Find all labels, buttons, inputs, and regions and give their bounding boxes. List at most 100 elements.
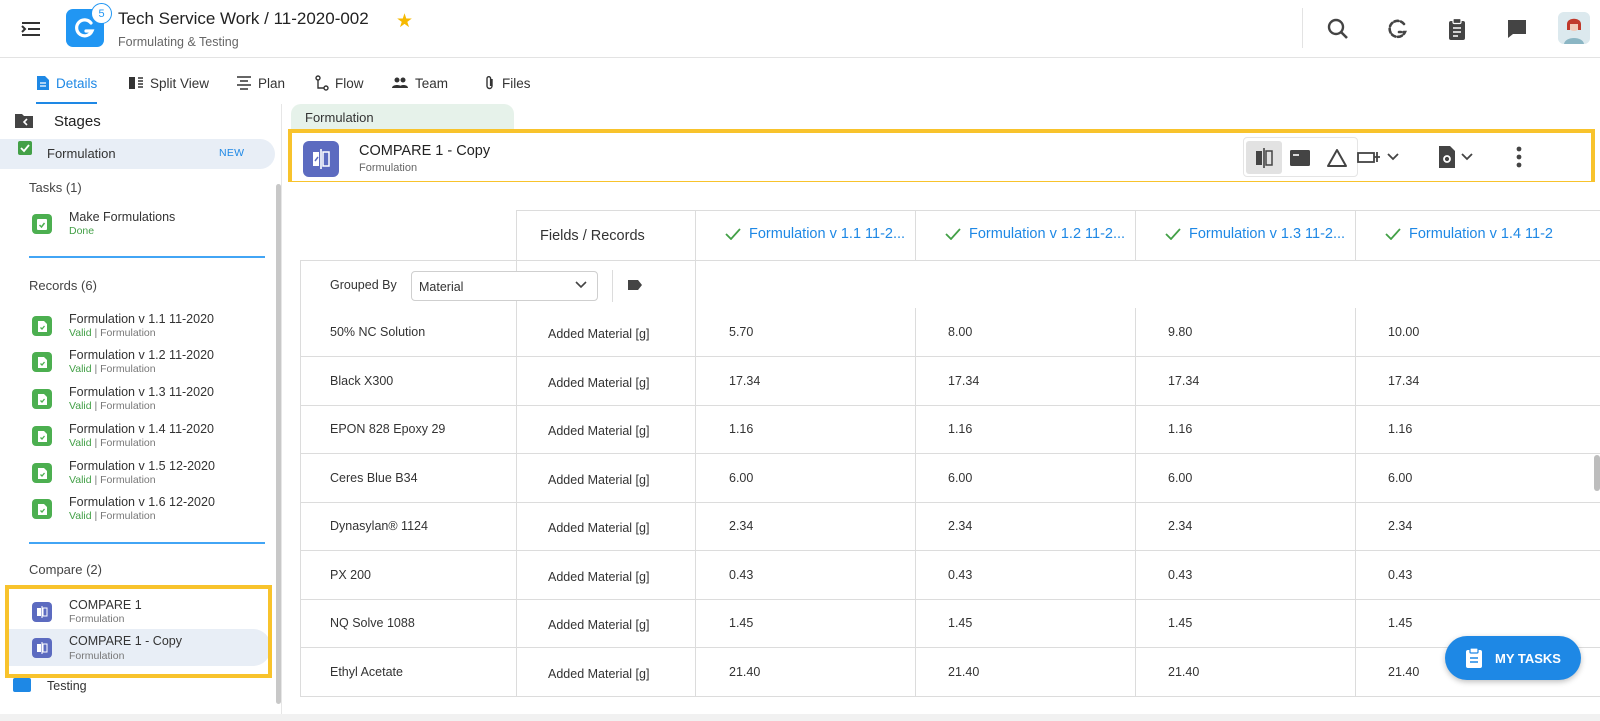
value-cell[interactable]: 2.34 <box>948 519 972 533</box>
column-header-record[interactable]: Formulation v 1.3 11-2... <box>1165 226 1345 242</box>
chat-icon[interactable] <box>1502 14 1532 44</box>
value-cell[interactable]: 6.00 <box>729 471 753 485</box>
check-icon <box>1165 228 1181 240</box>
value-cell[interactable]: 1.45 <box>1388 616 1412 630</box>
tab-split-view[interactable]: Split View <box>128 69 209 97</box>
value-cell[interactable]: 1.16 <box>1168 422 1192 436</box>
value-cell[interactable]: 21.40 <box>1168 665 1199 679</box>
section-divider <box>29 256 265 258</box>
my-tasks-button[interactable]: MY TASKS <box>1445 636 1581 680</box>
refresh-logo-icon[interactable] <box>1383 14 1413 44</box>
check-icon <box>1385 228 1401 240</box>
tab-team[interactable]: Team <box>391 69 448 97</box>
task-status: Done <box>69 225 95 237</box>
material-name: Dynasylan® 1124 <box>330 519 428 533</box>
value-cell[interactable]: 21.40 <box>729 665 760 679</box>
record-item[interactable]: Formulation v 1.6 12-2020 Valid | Formul… <box>29 495 269 529</box>
record-meta: Valid | Formulation <box>69 510 156 522</box>
stages-header[interactable]: Stages <box>0 104 281 139</box>
section-divider <box>29 542 265 544</box>
record-title: Formulation v 1.5 12-2020 <box>69 459 215 473</box>
table-border <box>300 260 301 696</box>
value-cell[interactable]: 6.00 <box>948 471 972 485</box>
material-name: NQ Solve 1088 <box>330 616 415 630</box>
value-cell[interactable]: 1.45 <box>1168 616 1192 630</box>
value-cell[interactable]: 6.00 <box>1388 471 1412 485</box>
folder-collapse-icon[interactable] <box>14 113 34 129</box>
value-cell[interactable]: 6.00 <box>1168 471 1192 485</box>
value-cell[interactable]: 17.34 <box>1388 374 1419 388</box>
favorite-star-icon[interactable]: ★ <box>396 10 413 33</box>
search-icon[interactable] <box>1323 14 1353 44</box>
value-cell[interactable]: 0.43 <box>729 568 753 582</box>
check-icon <box>945 228 961 240</box>
value-cell[interactable]: 5.70 <box>729 325 753 339</box>
value-cell[interactable]: 10.00 <box>1388 325 1419 339</box>
material-name: EPON 828 Epoxy 29 <box>330 422 446 436</box>
tab-files[interactable]: Files <box>484 69 531 97</box>
clipboard-icon[interactable] <box>1442 14 1472 44</box>
toolbar-divider <box>1302 8 1303 48</box>
value-cell[interactable]: 1.45 <box>729 616 753 630</box>
value-cell[interactable]: 21.40 <box>948 665 979 679</box>
value-cell[interactable]: 1.16 <box>948 422 972 436</box>
row-divider <box>300 501 1600 503</box>
team-icon <box>392 77 408 88</box>
value-cell[interactable]: 1.16 <box>729 422 753 436</box>
record-document-icon <box>32 426 52 446</box>
tab-plan[interactable]: Plan <box>236 69 285 97</box>
record-item[interactable]: Formulation v 1.5 12-2020 Valid | Formul… <box>29 459 269 493</box>
record-meta: Valid | Formulation <box>69 437 156 449</box>
record-item[interactable]: Formulation v 1.3 11-2020 Valid | Formul… <box>29 385 269 419</box>
value-cell[interactable]: 1.45 <box>948 616 972 630</box>
tag-icon[interactable] <box>627 279 643 291</box>
stage-tab[interactable]: Formulation <box>291 104 514 130</box>
tab-label: Plan <box>258 75 286 91</box>
value-cell[interactable]: 0.43 <box>1388 568 1412 582</box>
grouped-by-select[interactable]: Material <box>411 271 598 301</box>
value-cell[interactable]: 2.34 <box>729 519 753 533</box>
stage-label: Testing <box>47 679 87 693</box>
menu-collapse-icon[interactable] <box>18 17 44 41</box>
record-title: Formulation v 1.2 11-2020 <box>69 348 214 362</box>
avatar[interactable] <box>1558 12 1590 44</box>
value-cell[interactable]: 2.34 <box>1168 519 1192 533</box>
record-title: Formulation v 1.4 11-2020 <box>69 422 214 436</box>
task-title: Make Formulations <box>69 210 176 224</box>
task-item[interactable]: Make Formulations Done <box>29 210 269 244</box>
value-cell[interactable]: 0.43 <box>948 568 972 582</box>
value-cell[interactable]: 9.80 <box>1168 325 1192 339</box>
page-subtitle: Formulating & Testing <box>118 35 239 49</box>
value-cell[interactable]: 2.34 <box>1388 519 1412 533</box>
row-divider <box>300 647 1600 648</box>
tab-details[interactable]: Details <box>36 69 98 104</box>
record-meta: Valid | Formulation <box>69 400 156 412</box>
column-header-record[interactable]: Formulation v 1.1 11-2... <box>725 226 905 242</box>
sidebar-scrollbar[interactable] <box>276 184 281 704</box>
record-meta: Valid | Formulation <box>69 474 156 486</box>
row-divider <box>300 453 1600 454</box>
column-title: Formulation v 1.3 11-2... <box>1189 226 1346 242</box>
value-cell[interactable]: 17.34 <box>948 374 979 388</box>
value-cell[interactable]: 21.40 <box>1388 665 1419 679</box>
stage-item-formulation[interactable]: Formulation NEW <box>0 139 275 169</box>
record-item[interactable]: Formulation v 1.1 11-2020 Valid | Formul… <box>29 312 269 346</box>
notification-badge: 5 <box>91 3 112 24</box>
value-cell[interactable]: 0.43 <box>1168 568 1192 582</box>
stage-item-testing[interactable]: Testing <box>13 676 269 700</box>
record-item[interactable]: Formulation v 1.2 11-2020 Valid | Formul… <box>29 348 269 382</box>
main-scrollbar[interactable] <box>1594 455 1600 491</box>
value-cell[interactable]: 8.00 <box>948 325 972 339</box>
record-item[interactable]: Formulation v 1.4 11-2020 Valid | Formul… <box>29 422 269 456</box>
row-divider <box>300 550 1600 551</box>
tasks-header: Tasks (1) <box>29 180 82 195</box>
material-name: Black X300 <box>330 373 394 388</box>
record-document-icon <box>32 316 52 336</box>
value-cell[interactable]: 1.16 <box>1388 422 1412 436</box>
stage-label: Formulation <box>47 146 116 161</box>
value-cell[interactable]: 17.34 <box>729 374 760 388</box>
column-header-record[interactable]: Formulation v 1.2 11-2... <box>945 226 1125 242</box>
column-header-record[interactable]: Formulation v 1.4 11-2 <box>1385 226 1553 242</box>
value-cell[interactable]: 17.34 <box>1168 374 1199 388</box>
tab-flow[interactable]: Flow <box>315 69 364 97</box>
